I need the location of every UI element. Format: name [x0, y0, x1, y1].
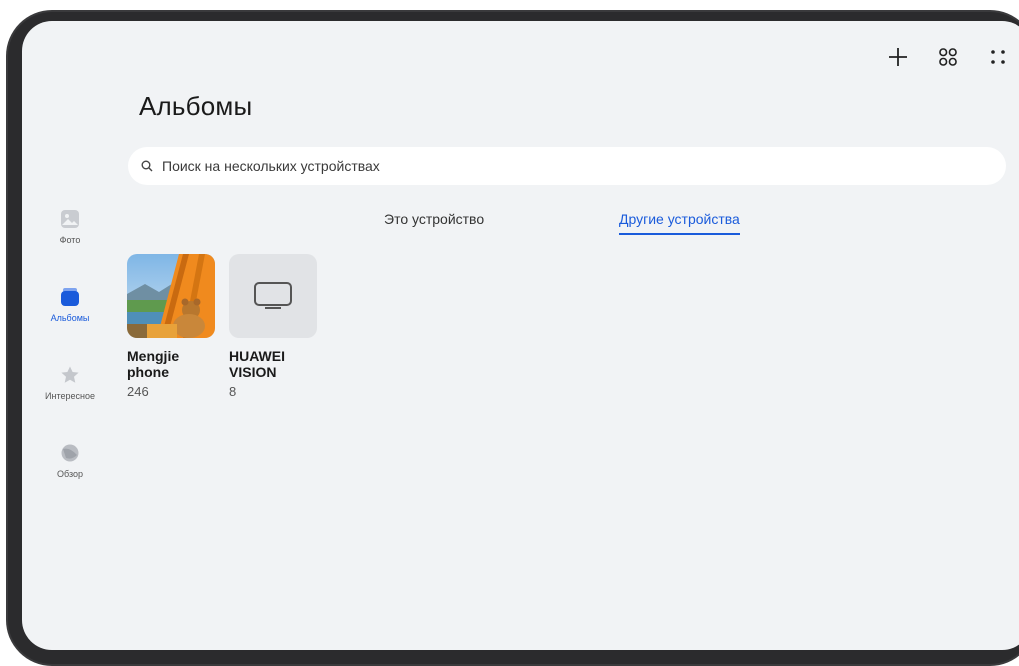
sidebar-item-label: Фото — [59, 235, 81, 245]
discover-icon — [59, 442, 81, 464]
sidebar-item-label: Альбомы — [50, 313, 90, 323]
page-title: Альбомы — [139, 91, 253, 121]
star-icon — [59, 364, 81, 386]
sidebar-item-label: Интересное — [45, 391, 95, 401]
sidebar-item-featured[interactable]: Интересное — [22, 360, 118, 438]
grid-icon — [939, 48, 957, 66]
album-item[interactable]: HUAWEI VISION 8 — [229, 254, 317, 399]
tab-this-device[interactable]: Это устройство — [384, 211, 484, 233]
add-button[interactable] — [886, 45, 910, 69]
gallery-screen: Альбомы Фото — [22, 21, 1019, 650]
album-count: 8 — [229, 384, 237, 399]
album-thumbnail — [229, 254, 317, 338]
album-thumbnail — [127, 254, 215, 338]
album-count: 246 — [127, 384, 149, 399]
tv-icon — [254, 282, 292, 309]
sidebar-item-albums[interactable]: Альбомы — [22, 282, 118, 360]
more-dots-icon — [991, 50, 1005, 64]
album-name: HUAWEI VISION — [229, 348, 285, 380]
sidebar: Фото Альбомы Интересное Обзор — [22, 204, 118, 516]
plus-icon — [889, 48, 907, 66]
tab-other-devices[interactable]: Другие устройства — [619, 211, 740, 235]
search-input[interactable] — [162, 158, 1006, 174]
search-icon — [140, 159, 154, 173]
sidebar-item-label: Обзор — [57, 469, 83, 479]
search-bar[interactable] — [128, 147, 1006, 185]
device-tabs: Это устройство Другие устройства — [128, 211, 1006, 241]
photo-icon — [59, 208, 81, 230]
albums-icon — [59, 286, 81, 308]
album-name: Mengjie phone — [127, 348, 180, 380]
sidebar-item-photos[interactable]: Фото — [22, 204, 118, 282]
sidebar-item-discover[interactable]: Обзор — [22, 438, 118, 516]
top-toolbar — [886, 45, 1010, 69]
tent-photo — [127, 254, 215, 338]
view-mode-button[interactable] — [936, 45, 960, 69]
more-button[interactable] — [986, 45, 1010, 69]
album-grid: Mengjie phone 246 HUAWEI VISION 8 — [127, 254, 317, 399]
album-item[interactable]: Mengjie phone 246 — [127, 254, 215, 399]
